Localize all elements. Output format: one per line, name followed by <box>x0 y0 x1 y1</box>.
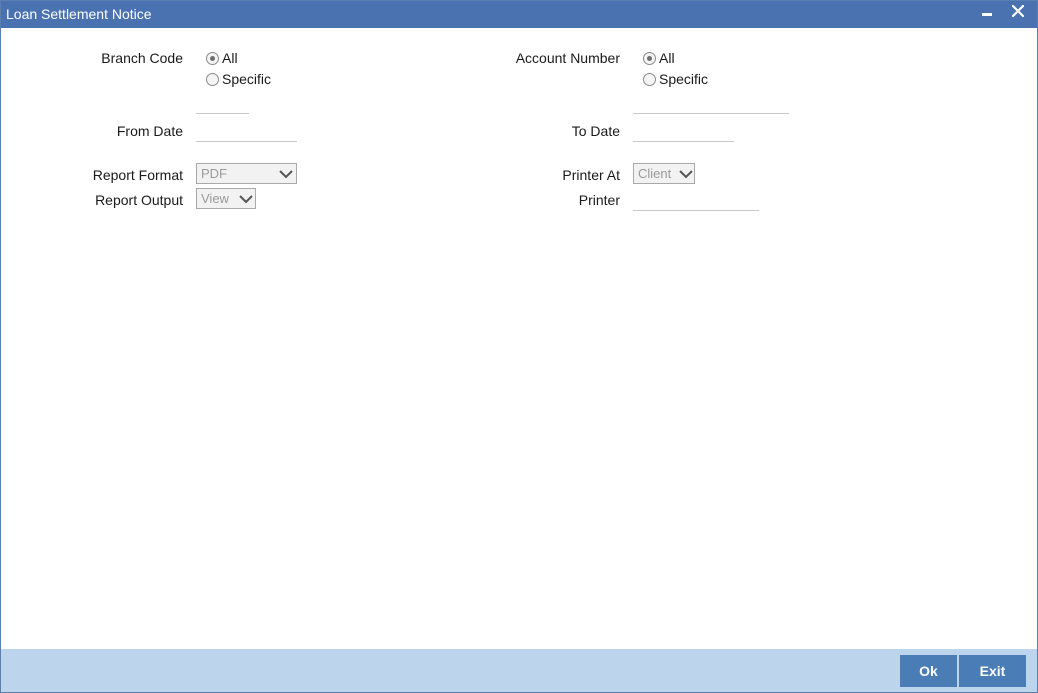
to-date-input[interactable] <box>633 124 734 142</box>
footer-bar: Ok Exit <box>1 649 1037 692</box>
printer-at-label: Printer At <box>562 167 620 183</box>
branch-code-specific-label: Specific <box>222 71 272 87</box>
minimize-button[interactable] <box>976 1 998 28</box>
chevron-down-icon <box>679 170 693 179</box>
to-date-label: To Date <box>571 123 620 139</box>
printer-at-select[interactable]: Client <box>633 163 695 184</box>
report-format-value: PDF <box>201 166 227 181</box>
branch-code-input[interactable] <box>196 96 249 114</box>
close-icon <box>1012 5 1024 17</box>
from-date-input[interactable] <box>196 124 297 142</box>
printer-input[interactable] <box>633 193 759 211</box>
account-number-input[interactable] <box>633 96 789 114</box>
chevron-down-icon <box>279 170 293 179</box>
printer-at-value: Client <box>638 166 672 181</box>
exit-button[interactable]: Exit <box>959 655 1026 687</box>
from-date-label: From Date <box>116 123 183 139</box>
close-button[interactable] <box>1007 1 1029 28</box>
ok-button[interactable]: Ok <box>900 655 957 687</box>
account-number-all-label: All <box>659 50 675 66</box>
account-number-label: Account Number <box>515 50 620 66</box>
radio-checked-icon <box>206 52 219 65</box>
radio-unchecked-icon <box>643 73 656 86</box>
branch-code-all-label: All <box>222 50 238 66</box>
title-bar: Loan Settlement Notice <box>1 1 1037 28</box>
radio-unchecked-icon <box>206 73 219 86</box>
account-number-specific-label: Specific <box>659 71 709 87</box>
chevron-down-icon <box>239 195 253 204</box>
branch-code-label: Branch Code <box>101 50 183 66</box>
dialog-window: Loan Settlement Notice Branch Code All S… <box>0 0 1038 693</box>
report-format-select[interactable]: PDF <box>196 163 297 184</box>
radio-checked-icon <box>643 52 656 65</box>
printer-label: Printer <box>578 192 620 208</box>
report-format-label: Report Format <box>92 167 183 183</box>
minimize-icon <box>982 13 992 16</box>
window-title: Loan Settlement Notice <box>6 6 152 22</box>
report-output-select[interactable]: View <box>196 188 256 209</box>
report-output-label: Report Output <box>95 192 183 208</box>
report-output-value: View <box>201 191 229 206</box>
